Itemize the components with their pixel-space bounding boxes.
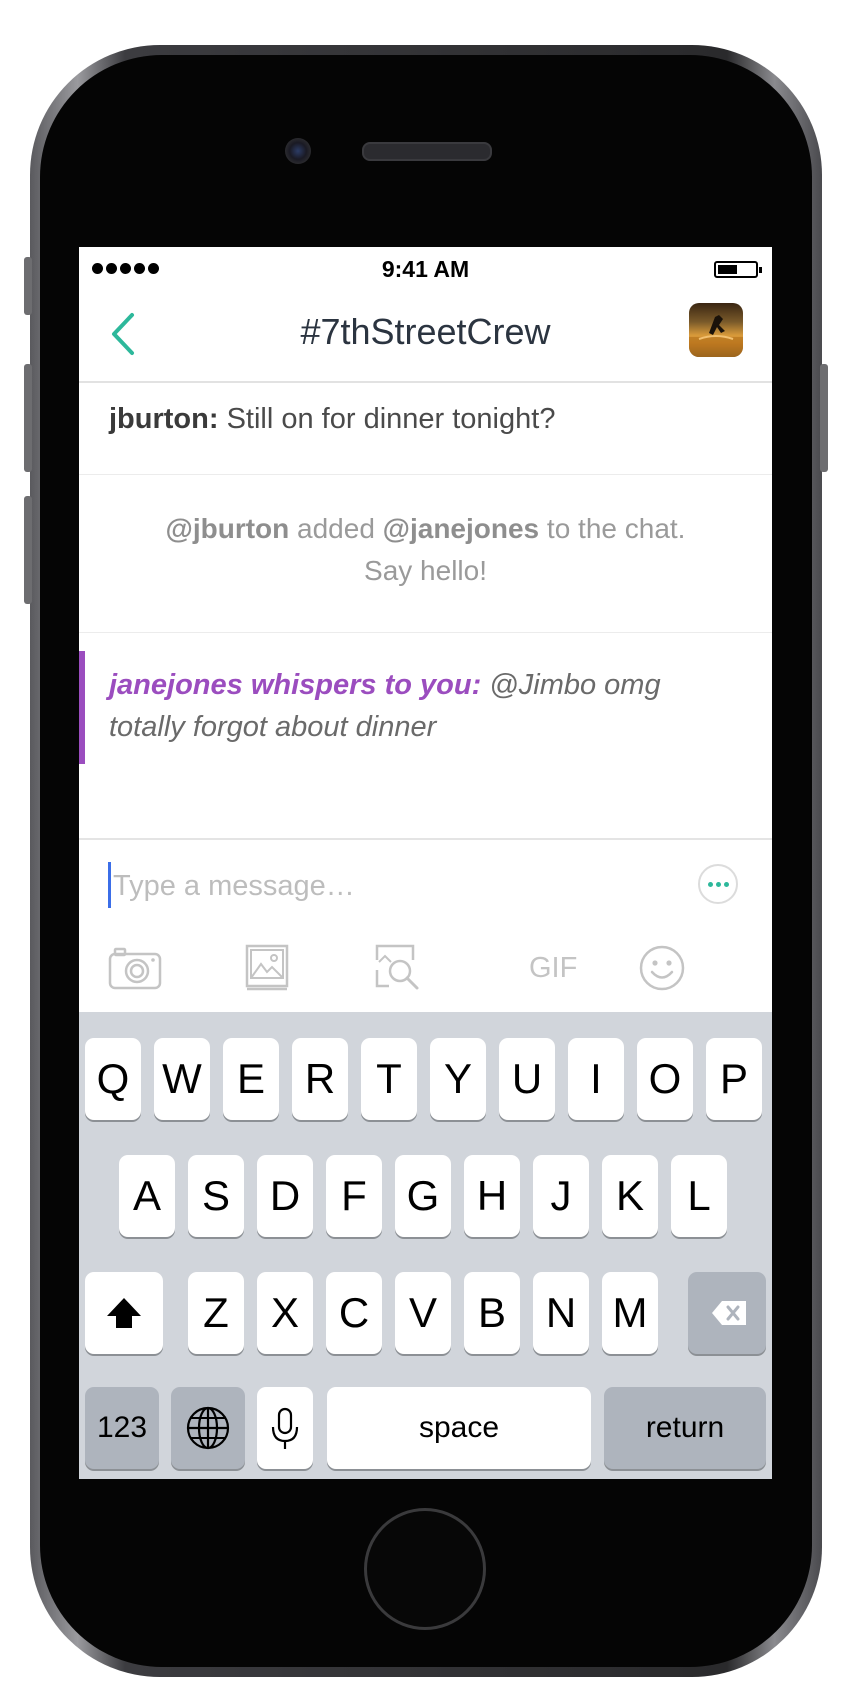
- shift-arrow-icon: [107, 1298, 141, 1328]
- avatar-image: [689, 315, 743, 357]
- key-u[interactable]: U: [499, 1038, 555, 1120]
- globe-key[interactable]: [171, 1387, 245, 1469]
- chat-title: #7thStreetCrew: [300, 311, 551, 352]
- whisper-message[interactable]: janejones whispers to you: @Jimbo omg to…: [79, 633, 772, 764]
- image-search-button[interactable]: [369, 940, 425, 996]
- return-key[interactable]: return: [604, 1387, 766, 1469]
- earpiece-speaker: [362, 142, 492, 161]
- onscreen-keyboard: Q W E R T Y U I O P A S D F G H J K L Z …: [79, 1012, 772, 1479]
- home-button[interactable]: [364, 1508, 486, 1630]
- key-t[interactable]: T: [361, 1038, 417, 1120]
- key-o[interactable]: O: [637, 1038, 693, 1120]
- composer-toolbar: GIF: [79, 940, 772, 1000]
- status-time: 9:41 AM: [381, 256, 470, 282]
- microphone-icon: [271, 1407, 299, 1449]
- text-cursor: [108, 862, 111, 908]
- message-composer: GIF: [79, 838, 772, 1010]
- key-w[interactable]: W: [154, 1038, 210, 1120]
- photo-library-icon: [245, 944, 289, 991]
- whisper-indicator-bar: [79, 651, 85, 764]
- message-body: Still on for dinner tonight?: [218, 403, 556, 435]
- key-i[interactable]: I: [568, 1038, 624, 1120]
- image-search-icon: [375, 944, 419, 990]
- camera-icon: [108, 947, 162, 990]
- status-bar: 9:41 AM: [79, 247, 772, 289]
- key-p[interactable]: P: [706, 1038, 762, 1120]
- message-list[interactable]: jburton: Still on for dinner tonight? @j…: [79, 383, 772, 764]
- message-author: jburton:: [109, 403, 219, 435]
- key-h[interactable]: H: [464, 1155, 520, 1237]
- mention-target[interactable]: @janejones: [383, 513, 539, 544]
- whisper-body: @Jimbo omg: [481, 669, 661, 701]
- whisper-line-2: totally forgot about dinner: [109, 711, 437, 743]
- key-v[interactable]: V: [395, 1272, 451, 1354]
- gif-button[interactable]: GIF: [529, 952, 577, 985]
- key-e[interactable]: E: [223, 1038, 279, 1120]
- shift-key[interactable]: [85, 1272, 163, 1354]
- message-text: jburton: Still on for dinner tonight?: [109, 403, 555, 436]
- camera-button[interactable]: [107, 940, 163, 996]
- backspace-key[interactable]: [688, 1272, 766, 1354]
- power-button: [820, 364, 828, 472]
- key-f[interactable]: F: [326, 1155, 382, 1237]
- whisper-line-1: janejones whispers to you: @Jimbo omg: [109, 669, 661, 702]
- message-input[interactable]: [113, 866, 633, 906]
- message-item[interactable]: jburton: Still on for dinner tonight?: [79, 383, 772, 475]
- whisper-author: janejones whispers to you:: [109, 669, 482, 701]
- app-screen: 9:41 AM #7thStreetCrew jburton: Still on…: [79, 247, 772, 1479]
- key-j[interactable]: J: [533, 1155, 589, 1237]
- numbers-key[interactable]: 123: [85, 1387, 159, 1469]
- dictation-key[interactable]: [257, 1387, 313, 1469]
- key-g[interactable]: G: [395, 1155, 451, 1237]
- ellipsis-icon: [708, 882, 729, 887]
- key-c[interactable]: C: [326, 1272, 382, 1354]
- system-message: @jburton added @janejones to the chat. S…: [79, 475, 772, 633]
- space-key[interactable]: space: [327, 1387, 591, 1469]
- mention-actor[interactable]: @jburton: [166, 513, 290, 544]
- globe-icon: [186, 1406, 230, 1450]
- key-r[interactable]: R: [292, 1038, 348, 1120]
- system-message-greeting: Say hello!: [364, 555, 487, 586]
- emoji-button[interactable]: [634, 940, 690, 996]
- key-a[interactable]: A: [119, 1155, 175, 1237]
- more-options-button[interactable]: [698, 864, 738, 904]
- key-k[interactable]: K: [602, 1155, 658, 1237]
- system-verb: added: [289, 513, 383, 544]
- mute-switch: [24, 257, 32, 315]
- volume-up-button: [24, 364, 32, 472]
- key-q[interactable]: Q: [85, 1038, 141, 1120]
- key-d[interactable]: D: [257, 1155, 313, 1237]
- navigation-bar: #7thStreetCrew: [79, 289, 772, 383]
- key-z[interactable]: Z: [188, 1272, 244, 1354]
- group-avatar[interactable]: [689, 303, 743, 357]
- system-message-line: @jburton added @janejones to the chat.: [79, 513, 772, 545]
- photo-library-button[interactable]: [239, 940, 295, 996]
- emoji-icon: [639, 945, 685, 991]
- backspace-icon: [712, 1301, 746, 1325]
- key-s[interactable]: S: [188, 1155, 244, 1237]
- key-n[interactable]: N: [533, 1272, 589, 1354]
- key-l[interactable]: L: [671, 1155, 727, 1237]
- key-b[interactable]: B: [464, 1272, 520, 1354]
- front-camera: [285, 138, 311, 164]
- key-y[interactable]: Y: [430, 1038, 486, 1120]
- key-m[interactable]: M: [602, 1272, 658, 1354]
- battery-icon: [714, 261, 762, 278]
- system-rest: to the chat.: [539, 513, 686, 544]
- key-x[interactable]: X: [257, 1272, 313, 1354]
- volume-down-button: [24, 496, 32, 604]
